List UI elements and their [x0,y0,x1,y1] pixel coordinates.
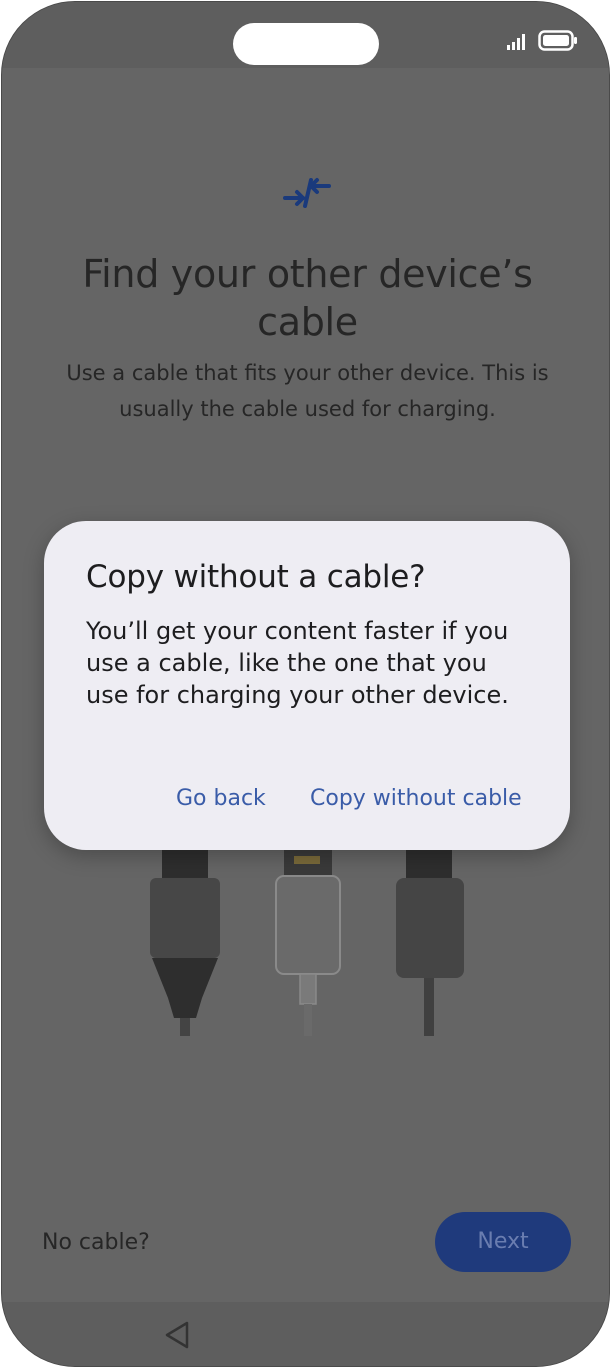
next-button[interactable]: Next [435,1212,571,1272]
copy-without-cable-dialog: Copy without a cable? You’ll get your co… [44,521,570,850]
phone-screen: Find your other device’s cable Use a cab… [1,1,610,1367]
usb-c-cable [396,844,464,1036]
navigation-bar [2,1302,609,1366]
lightning-cable [275,846,341,1036]
battery-icon [538,30,577,51]
page-subtitle: Use a cable that fits your other device.… [66,361,549,421]
page-title: Find your other device’s cable [82,252,533,344]
back-triangle-icon[interactable] [163,1320,191,1350]
cables-illustration [150,844,464,1036]
camera-notch [233,23,379,65]
dialog-body: You’ll get your content faster if you us… [86,617,509,709]
dialog-title: Copy without a cable? [86,559,426,595]
transfer-arrows-icon [283,178,331,208]
copy-without-cable-button[interactable]: Copy without cable [310,779,522,819]
signal-bars-icon [507,34,525,50]
go-back-button[interactable]: Go back [176,779,266,819]
usb-a-cable [150,844,220,1036]
no-cable-link[interactable]: No cable? [42,1228,150,1258]
